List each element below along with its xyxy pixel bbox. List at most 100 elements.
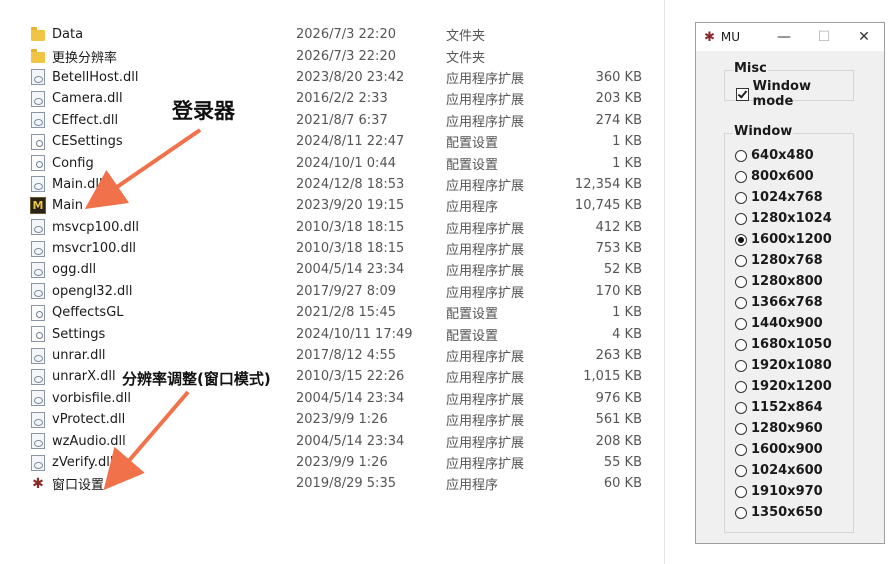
file-row[interactable]: QeffectsGL 2021/2/8 15:45 配置设置 1 KB [24, 302, 664, 323]
resolution-label: 1920x1080 [751, 358, 832, 373]
file-name: opengl32.dll [52, 283, 133, 299]
radio-unselected-icon[interactable] [735, 506, 747, 519]
file-row[interactable]: Config 2024/10/1 0:44 配置设置 1 KB [24, 152, 664, 173]
file-row[interactable]: unrar.dll 2017/8/12 4:55 应用程序扩展 263 KB [24, 345, 664, 366]
resolution-radio[interactable]: 640x480 [735, 148, 814, 163]
radio-selected-icon[interactable] [735, 233, 747, 246]
resolution-label: 1600x1200 [751, 232, 832, 247]
resolution-label: 1600x900 [751, 442, 823, 457]
config-icon [30, 304, 46, 321]
file-row[interactable]: M Main 2023/9/20 19:15 应用程序 10,745 KB [24, 195, 664, 216]
close-button[interactable]: ✕ [844, 23, 884, 51]
file-date: 2023/9/9 1:26 [296, 412, 388, 428]
file-size: 1,015 KB [583, 369, 642, 385]
file-row[interactable]: CEffect.dll 2021/8/7 6:37 应用程序扩展 274 KB [24, 110, 664, 131]
resolution-radio[interactable]: 1910x970 [735, 484, 823, 499]
file-type: 应用程序扩展 [446, 457, 525, 472]
radio-unselected-icon[interactable] [735, 464, 747, 477]
radio-unselected-icon[interactable] [735, 401, 747, 414]
resolution-radio[interactable]: 1600x900 [735, 442, 823, 457]
resolution-label: 1920x1200 [751, 379, 832, 394]
radio-unselected-icon[interactable] [735, 485, 747, 498]
radio-unselected-icon[interactable] [735, 338, 747, 351]
resolution-radio[interactable]: 1280x800 [735, 274, 823, 289]
radio-unselected-icon[interactable] [735, 149, 747, 162]
dll-icon [30, 112, 46, 129]
file-row[interactable]: msvcr100.dll 2010/3/18 18:15 应用程序扩展 753 KB [24, 238, 664, 259]
resolution-radio[interactable]: 1600x1200 [735, 232, 832, 247]
file-row[interactable]: vProtect.dll 2023/9/9 1:26 应用程序扩展 561 KB [24, 409, 664, 430]
file-name: zVerify.dll [52, 455, 114, 470]
file-row[interactable]: msvcp100.dll 2010/3/18 18:15 应用程序扩展 412 KB [24, 217, 664, 238]
file-row[interactable]: BetellHost.dll 2023/8/20 23:42 应用程序扩展 360 K… [24, 67, 664, 88]
radio-unselected-icon[interactable] [735, 296, 747, 309]
file-row[interactable]: unrarX.dll 2010/3/15 22:26 应用程序扩展 1,015 KB [24, 366, 664, 387]
pane-divider [664, 0, 665, 564]
file-size: 1 KB [612, 155, 642, 171]
file-row[interactable]: 更换分辨率 2026/7/3 22:20 文件夹 [24, 45, 664, 66]
file-row[interactable]: Camera.dll 2016/2/2 2:33 应用程序扩展 203 KB [24, 88, 664, 109]
radio-unselected-icon[interactable] [735, 275, 747, 288]
radio-unselected-icon[interactable] [735, 170, 747, 183]
file-row[interactable]: wzAudio.dll 2004/5/14 23:34 应用程序扩展 208 KB [24, 430, 664, 451]
radio-unselected-icon[interactable] [735, 380, 747, 393]
window-mode-checkbox[interactable]: Window mode [736, 79, 853, 109]
minimize-button[interactable]: — [764, 23, 804, 51]
file-name: QeffectsGL [52, 305, 124, 321]
resolution-radio[interactable]: 1024x768 [735, 190, 823, 205]
file-size: 360 KB [595, 69, 642, 85]
file-name: unrar.dll [52, 348, 106, 364]
resolution-radio[interactable]: 1280x768 [735, 253, 823, 268]
file-row[interactable]: zVerify.dll 2023/9/9 1:26 应用程序扩展 55 KB [24, 452, 664, 473]
file-row[interactable]: Settings 2024/10/11 17:49 配置设置 4 KB [24, 323, 664, 344]
resolution-radio[interactable]: 1366x768 [735, 295, 823, 310]
resolution-label: 800x600 [751, 169, 814, 184]
file-type: 文件夹 [446, 50, 486, 66]
file-row[interactable]: opengl32.dll 2017/9/27 8:09 应用程序扩展 170 KB [24, 281, 664, 302]
file-type: 配置设置 [446, 157, 499, 173]
file-row[interactable]: CESettings 2024/8/11 22:47 配置设置 1 KB [24, 131, 664, 152]
misc-group: Misc Window mode [724, 61, 854, 109]
dialog-title: MU [720, 30, 741, 44]
file-row[interactable]: Main.dll 2024/12/8 18:53 应用程序扩展 12,354 KB [24, 174, 664, 195]
radio-unselected-icon[interactable] [735, 212, 747, 225]
resolution-radio[interactable]: 1350x650 [735, 505, 823, 520]
file-name: BetellHost.dll [52, 69, 139, 85]
file-type: 应用程序扩展 [446, 392, 525, 408]
dll-icon [30, 176, 46, 193]
resolution-radio[interactable]: 800x600 [735, 169, 814, 184]
resolution-radio[interactable]: 1024x600 [735, 463, 823, 478]
file-name: Main.dll [52, 176, 103, 192]
radio-unselected-icon[interactable] [735, 443, 747, 456]
resolution-radio[interactable]: 1440x900 [735, 316, 823, 331]
resolution-radio[interactable]: 1280x1024 [735, 211, 832, 226]
radio-unselected-icon[interactable] [735, 359, 747, 372]
resolution-radio[interactable]: 1920x1080 [735, 358, 832, 373]
maximize-button[interactable]: ☐ [804, 23, 844, 51]
file-name: Main [52, 198, 84, 214]
file-type: 配置设置 [446, 307, 499, 323]
radio-unselected-icon[interactable] [735, 422, 747, 435]
folder-icon [30, 27, 46, 43]
file-row[interactable]: vorbisfile.dll 2004/5/14 23:34 应用程序扩展 976 K… [24, 388, 664, 409]
radio-unselected-icon[interactable] [735, 191, 747, 204]
radio-unselected-icon[interactable] [735, 254, 747, 267]
resolution-radio[interactable]: 1920x1200 [735, 379, 832, 394]
resolution-radio[interactable]: 1152x864 [735, 400, 823, 415]
file-size: 52 KB [603, 262, 642, 278]
file-size: 976 KB [595, 390, 642, 406]
file-date: 2010/3/18 18:15 [296, 241, 405, 257]
resolution-radio[interactable]: 1680x1050 [735, 337, 832, 352]
radio-unselected-icon[interactable] [735, 317, 747, 330]
file-row[interactable]: ✱ 窗口设置 2019/8/29 5:35 应用程序 60 KB [24, 473, 664, 494]
dialog-titlebar[interactable]: ✱ MU — ☐ ✕ [696, 23, 884, 51]
settings-app-icon: ✱ [32, 475, 44, 492]
file-date: 2017/8/12 4:55 [296, 348, 396, 364]
resolution-radio[interactable]: 1280x960 [735, 421, 823, 436]
checkbox-checked-icon[interactable] [736, 87, 749, 101]
file-row[interactable]: ogg.dll 2004/5/14 23:34 应用程序扩展 52 KB [24, 259, 664, 280]
window-group-title: Window [733, 124, 794, 139]
file-row[interactable]: Data 2026/7/3 22:20 文件夹 [24, 24, 664, 45]
resolution-label: 1152x864 [751, 400, 823, 415]
file-size: 1 KB [612, 134, 642, 150]
